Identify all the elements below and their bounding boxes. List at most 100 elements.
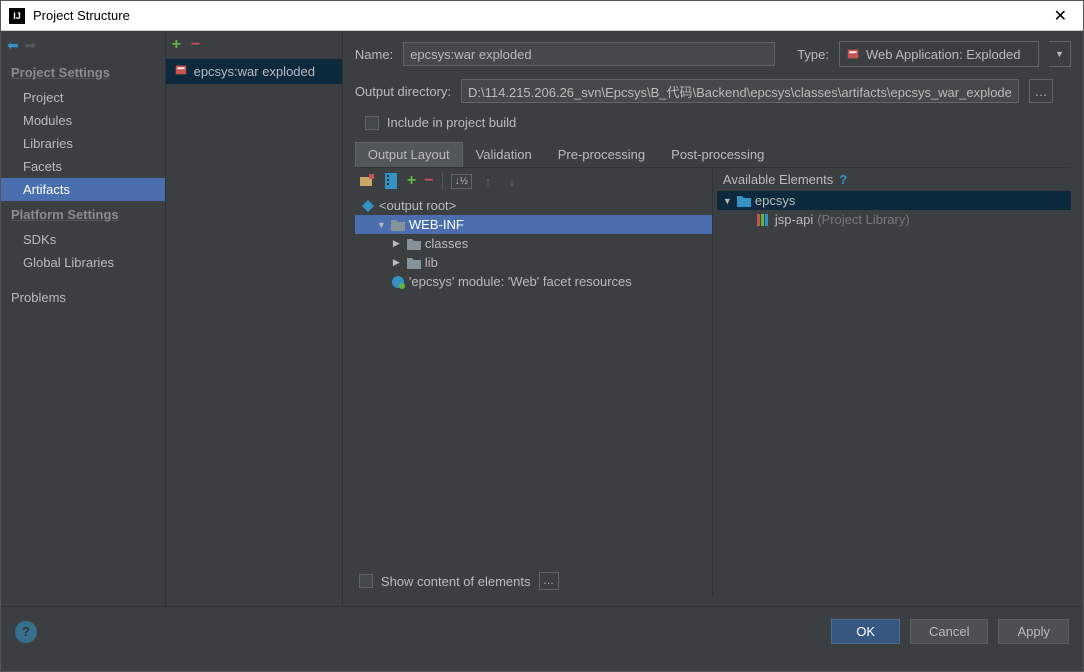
module-folder-icon — [737, 195, 751, 207]
web-inf-label: WEB-INF — [409, 217, 464, 232]
sort-button[interactable]: ↓½ — [451, 174, 472, 189]
titlebar: IJ Project Structure ✕ — [1, 1, 1083, 31]
available-lib-hint: (Project Library) — [817, 212, 909, 227]
add-artifact-button[interactable]: + — [172, 36, 181, 54]
add-copy-button[interactable]: + — [407, 172, 416, 190]
expand-arrow-icon[interactable] — [393, 257, 403, 268]
output-root-icon — [361, 199, 375, 213]
section-project-settings: Project Settings — [1, 59, 165, 86]
expand-arrow-icon[interactable] — [723, 196, 733, 206]
artifact-label: epcsys:war exploded — [194, 64, 315, 79]
include-build-row: Include in project build — [365, 115, 1071, 130]
tree-facet-resources[interactable]: 'epcsys' module: 'Web' facet resources — [355, 272, 712, 291]
close-icon[interactable]: ✕ — [1046, 6, 1075, 26]
tree-web-inf[interactable]: WEB-INF — [355, 215, 712, 234]
nav-sdks[interactable]: SDKs — [1, 228, 165, 251]
available-lib-label: jsp-api — [775, 212, 813, 227]
new-archive-icon[interactable] — [383, 173, 399, 189]
tab-pre-processing[interactable]: Pre-processing — [545, 142, 658, 167]
folder-icon — [391, 219, 405, 231]
window-title: Project Structure — [33, 8, 1046, 23]
available-elements-panel: Available Elements ? epcsys jsp-api (Pro… — [712, 168, 1071, 596]
include-build-checkbox[interactable] — [365, 116, 379, 130]
tab-post-processing[interactable]: Post-processing — [658, 142, 777, 167]
main-content: ⬅ ➡ Project Settings Project Modules Lib… — [1, 31, 1083, 606]
lib-label: lib — [425, 255, 438, 270]
show-content-label: Show content of elements — [381, 574, 531, 589]
help-button[interactable]: ? — [15, 621, 37, 643]
left-nav-panel: ⬅ ➡ Project Settings Project Modules Lib… — [1, 31, 166, 606]
expand-arrow-icon[interactable] — [377, 220, 387, 230]
folder-icon — [407, 238, 421, 250]
available-header-label: Available Elements — [723, 172, 833, 187]
include-build-label: Include in project build — [387, 115, 516, 130]
new-folder-icon[interactable] — [359, 173, 375, 189]
classes-label: classes — [425, 236, 468, 251]
browse-output-button[interactable]: … — [1029, 79, 1053, 103]
artifact-icon — [174, 63, 188, 80]
back-arrow-icon[interactable]: ⬅ — [7, 37, 19, 54]
tab-strip: Output Layout Validation Pre-processing … — [355, 142, 1071, 168]
type-value: Web Application: Exploded — [866, 47, 1020, 62]
remove-artifact-button[interactable]: − — [191, 36, 200, 54]
available-project-label: epcsys — [755, 193, 795, 208]
chevron-down-icon: ▼ — [1055, 49, 1064, 59]
tree-lib[interactable]: lib — [355, 253, 712, 272]
artifact-toolbar: + − — [166, 31, 342, 59]
tab-content: + − ↓½ ↑ ↓ <output root> WEB-INF — [355, 168, 1071, 596]
remove-item-button[interactable]: − — [424, 172, 433, 190]
expand-arrow-icon[interactable] — [393, 238, 403, 249]
help-question-icon[interactable]: ? — [839, 172, 847, 187]
facet-icon — [391, 275, 405, 289]
forward-arrow-icon[interactable]: ➡ — [25, 37, 37, 54]
bottom-bar: ? OK Cancel Apply — [1, 606, 1083, 656]
section-platform-settings: Platform Settings — [1, 201, 165, 228]
output-dir-label: Output directory: — [355, 84, 451, 99]
type-label: Type: — [797, 47, 829, 62]
artifact-item[interactable]: epcsys:war exploded — [166, 59, 342, 84]
show-content-browse[interactable]: … — [539, 572, 559, 590]
dialog-buttons: OK Cancel Apply — [831, 619, 1069, 644]
available-project-row[interactable]: epcsys — [717, 191, 1071, 210]
nav-artifacts[interactable]: Artifacts — [1, 178, 165, 201]
nav-global-libraries[interactable]: Global Libraries — [1, 251, 165, 274]
nav-toolbar: ⬅ ➡ — [1, 31, 165, 59]
app-icon: IJ — [9, 8, 25, 24]
folder-icon — [407, 257, 421, 269]
apply-button[interactable]: Apply — [998, 619, 1069, 644]
name-row: Name: Type: Web Application: Exploded ▼ — [355, 41, 1071, 67]
output-dir-input[interactable] — [461, 79, 1019, 103]
ok-button[interactable]: OK — [831, 619, 900, 644]
output-root-label: <output root> — [379, 198, 456, 213]
tree-classes[interactable]: classes — [355, 234, 712, 253]
available-header: Available Elements ? — [717, 168, 1071, 191]
tab-validation[interactable]: Validation — [463, 142, 545, 167]
name-input[interactable] — [403, 42, 775, 66]
tab-output-layout[interactable]: Output Layout — [355, 142, 463, 167]
type-select[interactable]: Web Application: Exploded — [839, 41, 1039, 67]
artifact-detail-panel: Name: Type: Web Application: Exploded ▼ … — [343, 31, 1083, 606]
nav-facets[interactable]: Facets — [1, 155, 165, 178]
tree-toolbar: + − ↓½ ↑ ↓ — [355, 168, 712, 194]
output-tree: <output root> WEB-INF classes — [355, 194, 712, 293]
move-up-icon[interactable]: ↑ — [480, 173, 496, 189]
show-content-row: Show content of elements … — [355, 566, 712, 596]
library-icon — [757, 214, 771, 226]
output-tree-panel: + − ↓½ ↑ ↓ <output root> WEB-INF — [355, 168, 712, 596]
name-label: Name: — [355, 47, 393, 62]
nav-modules[interactable]: Modules — [1, 109, 165, 132]
move-down-icon[interactable]: ↓ — [504, 173, 520, 189]
facet-label: 'epcsys' module: 'Web' facet resources — [409, 274, 632, 289]
nav-project[interactable]: Project — [1, 86, 165, 109]
nav-libraries[interactable]: Libraries — [1, 132, 165, 155]
artifact-list-panel: + − epcsys:war exploded — [166, 31, 343, 606]
show-content-checkbox[interactable] — [359, 574, 373, 588]
tree-output-root[interactable]: <output root> — [355, 196, 712, 215]
cancel-button[interactable]: Cancel — [910, 619, 988, 644]
toolbar-separator — [442, 172, 443, 190]
archive-icon — [846, 47, 860, 61]
output-dir-row: Output directory: … — [355, 79, 1071, 103]
type-dropdown-button[interactable]: ▼ — [1049, 41, 1071, 67]
available-lib-row[interactable]: jsp-api (Project Library) — [717, 210, 1071, 229]
nav-problems[interactable]: Problems — [1, 286, 165, 309]
